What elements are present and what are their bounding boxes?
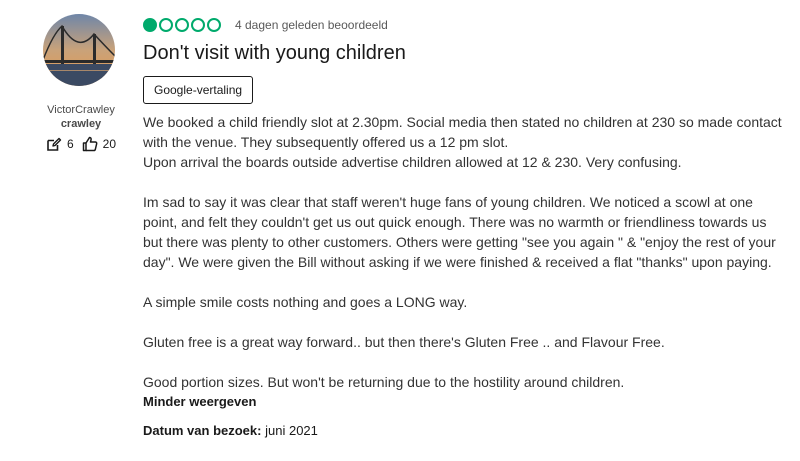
visit-date-label: Datum van bezoek: [143, 423, 262, 438]
avatar-image [43, 14, 115, 86]
review-paragraph: We booked a child friendly slot at 2.30p… [143, 114, 782, 150]
rating-row: 4 dagen geleden beoordeeld [143, 14, 783, 36]
avatar[interactable] [43, 14, 115, 86]
rating-bubbles [143, 18, 223, 32]
contributions-count: 6 [66, 137, 74, 151]
visit-date: Datum van bezoek: juni 2021 [143, 423, 783, 438]
contributions-stat: 6 [46, 136, 74, 152]
thumbs-up-icon [82, 136, 98, 152]
review-paragraph: A simple smile costs nothing and goes a … [143, 294, 468, 310]
helpful-votes-stat: 20 [82, 136, 116, 152]
review-paragraph: Good portion sizes. But won't be returni… [143, 374, 625, 390]
review-body: We booked a child friendly slot at 2.30p… [143, 112, 783, 392]
rating-bubble-empty [207, 18, 221, 32]
rating-bubble-empty [175, 18, 189, 32]
review-content: 4 dagen geleden beoordeeld Don't visit w… [143, 14, 783, 438]
reviewer-panel: VictorCrawley crawley 6 20 [36, 14, 126, 152]
review-date: 4 dagen geleden beoordeeld [235, 18, 388, 32]
review-paragraph: Gluten free is a great way forward.. but… [143, 334, 665, 350]
helpful-votes-count: 20 [102, 137, 117, 151]
rating-bubble-empty [191, 18, 205, 32]
reviewer-stats: 6 20 [46, 136, 116, 152]
visit-date-value: juni 2021 [265, 423, 318, 438]
google-translate-button[interactable]: Google-vertaling [143, 76, 254, 104]
reviewer-handle: crawley [60, 118, 102, 130]
rating-bubble-filled [143, 18, 157, 32]
review-paragraph: Upon arrival the boards outside advertis… [143, 154, 682, 170]
review-paragraph: Im sad to say it was clear that staff we… [143, 194, 776, 270]
show-less-link[interactable]: Minder weergeven [143, 394, 783, 409]
reviewer-name[interactable]: VictorCrawley [47, 104, 115, 116]
edit-icon [47, 137, 62, 151]
review-title[interactable]: Don't visit with young children [143, 40, 783, 66]
rating-bubble-empty [159, 18, 173, 32]
